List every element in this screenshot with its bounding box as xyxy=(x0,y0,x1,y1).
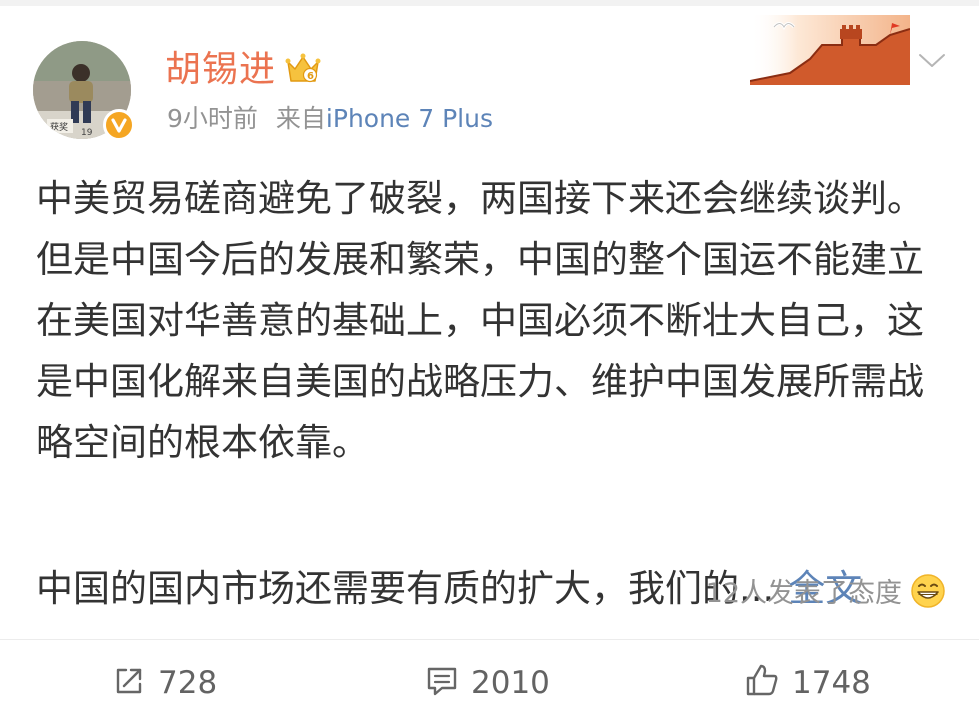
top-separator xyxy=(0,0,979,6)
like-button[interactable]: 1748 xyxy=(744,660,871,706)
reactions-summary[interactable]: 12人发表了态度 xyxy=(706,573,946,613)
source-prefix: 来自 xyxy=(275,104,326,133)
thumbs-up-icon xyxy=(746,664,778,696)
like-count: 1748 xyxy=(792,665,871,701)
post-source[interactable]: iPhone 7 Plus xyxy=(326,104,493,133)
repost-icon xyxy=(116,668,142,694)
post-body: 中美贸易磋商避免了破裂，两国接下来还会继续谈判。但是中国今后的发展和繁荣，中国的… xyxy=(36,168,936,619)
post-time[interactable]: 9小时前 xyxy=(167,104,258,133)
grin-emoji-icon xyxy=(910,573,946,609)
crown-icon[interactable]: 6 xyxy=(285,52,321,86)
svg-text:6: 6 xyxy=(307,71,314,82)
verified-v-icon xyxy=(103,109,135,141)
card-decoration-banner xyxy=(749,15,911,85)
comment-button[interactable]: 2010 xyxy=(425,660,550,706)
repost-count: 728 xyxy=(158,665,218,701)
svg-text:获奖: 获奖 xyxy=(50,121,68,133)
comment-count: 2010 xyxy=(471,665,550,701)
reactions-text: 12人发表了态度 xyxy=(705,578,902,609)
repost-button[interactable]: 728 xyxy=(112,660,217,706)
username[interactable]: 胡锡进 xyxy=(165,45,276,95)
action-bar-divider xyxy=(0,639,979,640)
weibo-post-card: 获奖 19 胡锡进 6 9小时前 来自iPhone 7 Plus 中美贸易磋商避… xyxy=(0,0,979,725)
avatar-caption: 19 xyxy=(81,128,93,138)
post-paragraph-1: 中美贸易磋商避免了破裂，两国接下来还会继续谈判。但是中国今后的发展和繁荣，中国的… xyxy=(36,177,924,464)
post-meta: 9小时前 来自iPhone 7 Plus xyxy=(167,101,493,137)
post-paragraph-2-text: 中国的国内市场还需要有质的扩大，我们的... xyxy=(36,567,775,610)
comment-icon xyxy=(427,667,457,696)
chevron-down-icon[interactable] xyxy=(917,50,947,70)
